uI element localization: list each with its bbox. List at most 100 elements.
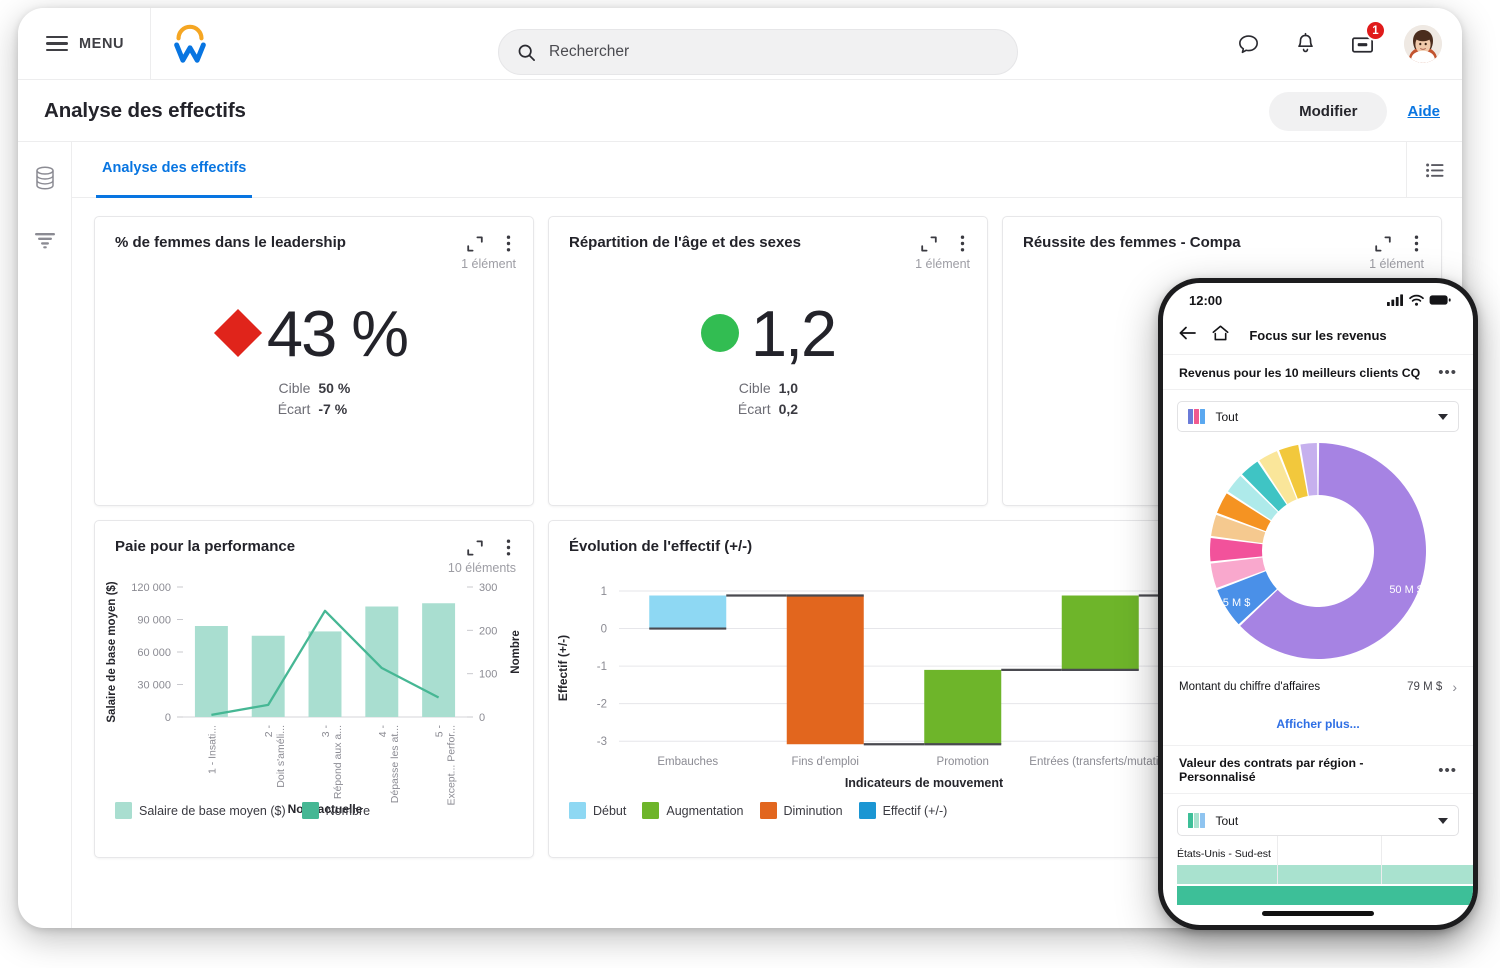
svg-text:5 -: 5 - <box>434 724 446 737</box>
expand-icon[interactable] <box>466 235 483 252</box>
database-glyph <box>35 166 54 190</box>
kebab-glyph <box>506 539 511 556</box>
target-value: 1,0 <box>778 379 799 396</box>
svg-text:1: 1 <box>601 586 607 598</box>
list-view-button[interactable] <box>1406 142 1462 198</box>
expand-glyph <box>1374 236 1391 251</box>
database-icon[interactable] <box>31 164 59 192</box>
kpi-body: 1,2 Cible 1,0 Écart 0,2 <box>549 253 987 453</box>
edit-button[interactable]: Modifier <box>1269 91 1388 131</box>
status-indicators <box>1387 294 1451 306</box>
home-button[interactable] <box>1212 325 1229 346</box>
svg-text:0: 0 <box>165 712 171 724</box>
color-bars-icon <box>1188 409 1205 424</box>
card-title: % de femmes dans le leadership <box>115 234 346 251</box>
phone-filter-select-2[interactable]: Tout <box>1177 805 1459 836</box>
svg-text:-1: -1 <box>597 661 607 673</box>
region-label: États-Unis - Sud-est <box>1177 848 1271 860</box>
card-title: Paie pour la performance <box>115 538 296 555</box>
filter-icon[interactable] <box>31 226 59 254</box>
section-2-more-icon[interactable]: ••• <box>1438 763 1457 778</box>
left-rail <box>18 142 72 928</box>
section-1-more-icon[interactable]: ••• <box>1438 365 1457 380</box>
battery-icon <box>1429 295 1451 305</box>
notifications-button[interactable] <box>1290 29 1320 59</box>
more-options-icon[interactable] <box>500 235 517 252</box>
card-repartition-age-sexes: Répartition de l'âge et des sexes 1 élém… <box>548 216 988 506</box>
chat-button[interactable] <box>1233 29 1263 59</box>
hamburger-icon <box>46 36 68 51</box>
target-label: Cible <box>738 379 771 396</box>
bell-icon <box>1297 32 1313 52</box>
more-options-icon[interactable] <box>954 235 971 252</box>
expand-icon[interactable] <box>1374 235 1391 252</box>
show-more-link[interactable]: Afficher plus... <box>1163 707 1473 745</box>
region-bar-light <box>1177 865 1473 884</box>
pay-performance-chart: Salaire de base moyen ($) Nombre 0 30 000 60… <box>106 581 522 816</box>
svg-text:Promotion: Promotion <box>937 756 989 768</box>
svg-text:50 M $: 50 M $ <box>1389 584 1423 596</box>
cellular-icon <box>1387 294 1403 306</box>
card-tools <box>466 234 517 252</box>
menu-label: MENU <box>79 35 125 52</box>
global-header: MENU Rechercher 1 <box>18 8 1462 80</box>
search-input[interactable]: Rechercher <box>498 29 1018 75</box>
home-indicator <box>1262 911 1374 916</box>
revenue-value: 79 M $ <box>1407 681 1443 693</box>
legend-swatch <box>569 802 586 819</box>
filter-1-value: Tout <box>1215 409 1239 424</box>
card-title: Évolution de l'effectif (+/-) <box>569 538 753 555</box>
phone-nav-title: Focus sur les revenus <box>1249 328 1387 343</box>
region-bar-dark <box>1177 886 1473 905</box>
more-options-icon[interactable] <box>1408 235 1425 252</box>
card-title: Réussite des femmes - Compa <box>1023 234 1241 251</box>
card-tools <box>920 234 971 252</box>
element-count: 1 élément <box>915 257 970 271</box>
revenue-label: Montant du chiffre d'affaires <box>1179 681 1321 693</box>
card-header: Paie pour la performance <box>95 521 533 557</box>
avatar[interactable] <box>1404 25 1442 63</box>
expand-icon[interactable] <box>920 235 937 252</box>
chevron-right-icon: › <box>1452 679 1457 695</box>
revenue-amount-row[interactable]: Montant du chiffre d'affaires 79 M $ › <box>1163 666 1473 707</box>
phone-section-1-header: Revenus pour les 10 meilleurs clients CQ… <box>1163 355 1473 390</box>
tab-analyse-des-effectifs[interactable]: Analyse des effectifs <box>96 142 253 198</box>
legend-label: Salaire de base moyen ($) <box>139 803 286 818</box>
svg-text:0: 0 <box>601 623 607 635</box>
notification-badge: 1 <box>1365 20 1386 41</box>
status-time: 12:00 <box>1189 292 1223 308</box>
card-header: Évolution de l'effectif (+/-) <box>549 521 1187 557</box>
legend-swatch <box>642 802 660 819</box>
back-button[interactable] <box>1179 326 1196 345</box>
expand-icon[interactable] <box>466 539 483 556</box>
gap-value: -7 % <box>318 401 348 418</box>
svg-text:Nombre: Nombre <box>510 630 522 673</box>
target-label: Cible <box>278 379 311 396</box>
card-femmes-leadership: % de femmes dans le leadership 1 élément… <box>94 216 534 506</box>
legend-item: Début <box>569 802 626 819</box>
svg-text:5 M $: 5 M $ <box>1223 597 1251 609</box>
workday-logo[interactable] <box>150 8 228 80</box>
svg-text:30 000: 30 000 <box>137 679 171 691</box>
svg-text:Indicateurs de mouvement: Indicateurs de mouvement <box>845 776 1004 790</box>
card-paie-performance: Paie pour la performance 10 éléments Sal… <box>94 520 534 858</box>
help-link[interactable]: Aide <box>1407 103 1440 120</box>
svg-text:Dépasse les at...: Dépasse les at... <box>389 725 401 803</box>
phone-section-1-title: Revenus pour les 10 meilleurs clients CQ <box>1179 365 1421 380</box>
chevron-down-icon <box>1438 413 1448 420</box>
inbox-button[interactable]: 1 <box>1347 20 1386 59</box>
svg-text:90 000: 90 000 <box>137 614 171 626</box>
phone-notch <box>1260 283 1376 309</box>
header-actions: 1 <box>1233 8 1442 80</box>
phone-filter-select-1[interactable]: Tout <box>1177 401 1459 432</box>
svg-text:Doit s'améli...: Doit s'améli... <box>275 725 287 788</box>
legend-swatch <box>301 802 319 819</box>
workday-logo-icon <box>173 24 206 63</box>
more-options-icon[interactable] <box>500 539 517 556</box>
kebab-glyph <box>1414 235 1419 252</box>
card-header: % de femmes dans le leadership <box>95 217 533 253</box>
legend-label: Augmentation <box>666 803 744 818</box>
menu-button[interactable]: MENU <box>18 8 150 80</box>
page-title: Analyse des effectifs <box>44 98 246 122</box>
legend-swatch <box>759 802 777 819</box>
